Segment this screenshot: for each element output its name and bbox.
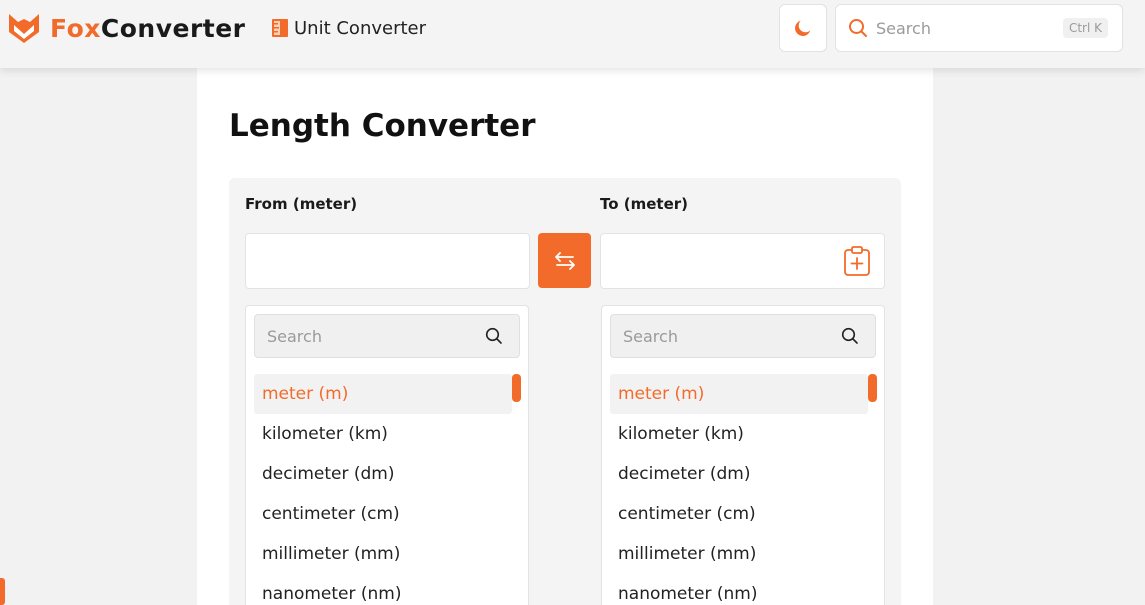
moon-icon	[795, 20, 811, 36]
side-feedback-tab[interactable]	[0, 578, 5, 605]
copy-button[interactable]	[842, 245, 872, 277]
clipboard-plus-icon	[844, 246, 870, 276]
list-item[interactable]: millimeter (mm)	[254, 534, 512, 574]
search-icon	[849, 19, 867, 37]
search-shortcut-badge: Ctrl K	[1062, 18, 1108, 38]
fox-logo-icon	[9, 14, 39, 43]
to-unit-search[interactable]: Search	[610, 314, 876, 358]
list-item[interactable]: decimeter (dm)	[254, 454, 512, 494]
from-unit-items: meter (m) kilometer (km) decimeter (dm) …	[254, 374, 512, 605]
top-header: FoxConverter Unit Converter Search Ctrl …	[0, 0, 1145, 68]
list-item[interactable]: meter (m)	[610, 374, 868, 414]
to-unit-search-placeholder: Search	[623, 326, 678, 346]
from-list-scrollbar[interactable]	[512, 374, 521, 402]
list-item[interactable]: kilometer (km)	[254, 414, 512, 454]
search-icon	[485, 327, 502, 344]
from-unit-list: Search meter (m) kilometer (km) decimete…	[245, 305, 529, 605]
theme-toggle-button[interactable]	[779, 4, 827, 52]
brand-name-part2: Converter	[100, 13, 246, 43]
brand-name: FoxConverter	[50, 14, 246, 43]
brand-name-part1: Fox	[50, 13, 101, 43]
list-item[interactable]: meter (m)	[254, 374, 512, 414]
search-icon	[841, 327, 858, 344]
to-value-output[interactable]	[600, 233, 885, 289]
from-value-input[interactable]	[245, 233, 530, 289]
list-item[interactable]: kilometer (km)	[610, 414, 868, 454]
swap-arrows-icon	[554, 251, 575, 270]
to-unit-items: meter (m) kilometer (km) decimeter (dm) …	[610, 374, 868, 605]
list-item[interactable]: millimeter (mm)	[610, 534, 868, 574]
site-search[interactable]: Search Ctrl K	[835, 4, 1123, 52]
ruler-icon	[272, 19, 288, 37]
from-label: From (meter)	[245, 195, 358, 213]
list-item[interactable]: centimeter (cm)	[610, 494, 868, 534]
from-unit-search[interactable]: Search	[254, 314, 520, 358]
converter-panel: From (meter) To (meter) Search meter (m)…	[229, 178, 901, 605]
list-item[interactable]: decimeter (dm)	[610, 454, 868, 494]
brand-logo[interactable]: FoxConverter	[6, 10, 246, 46]
to-label: To (meter)	[600, 195, 689, 213]
from-unit-search-placeholder: Search	[267, 326, 322, 346]
list-item[interactable]: nanometer (nm)	[254, 574, 512, 605]
list-item[interactable]: centimeter (cm)	[254, 494, 512, 534]
converter-card: Length Converter From (meter) To (meter)	[197, 68, 933, 605]
site-search-placeholder: Search	[876, 18, 931, 38]
breadcrumb[interactable]: Unit Converter	[271, 15, 426, 41]
to-list-scrollbar[interactable]	[868, 374, 877, 402]
to-unit-list: Search meter (m) kilometer (km) decimete…	[601, 305, 885, 605]
swap-button[interactable]	[538, 233, 591, 288]
breadcrumb-label: Unit Converter	[294, 17, 427, 39]
list-item[interactable]: nanometer (nm)	[610, 574, 868, 605]
page-title: Length Converter	[229, 108, 536, 144]
